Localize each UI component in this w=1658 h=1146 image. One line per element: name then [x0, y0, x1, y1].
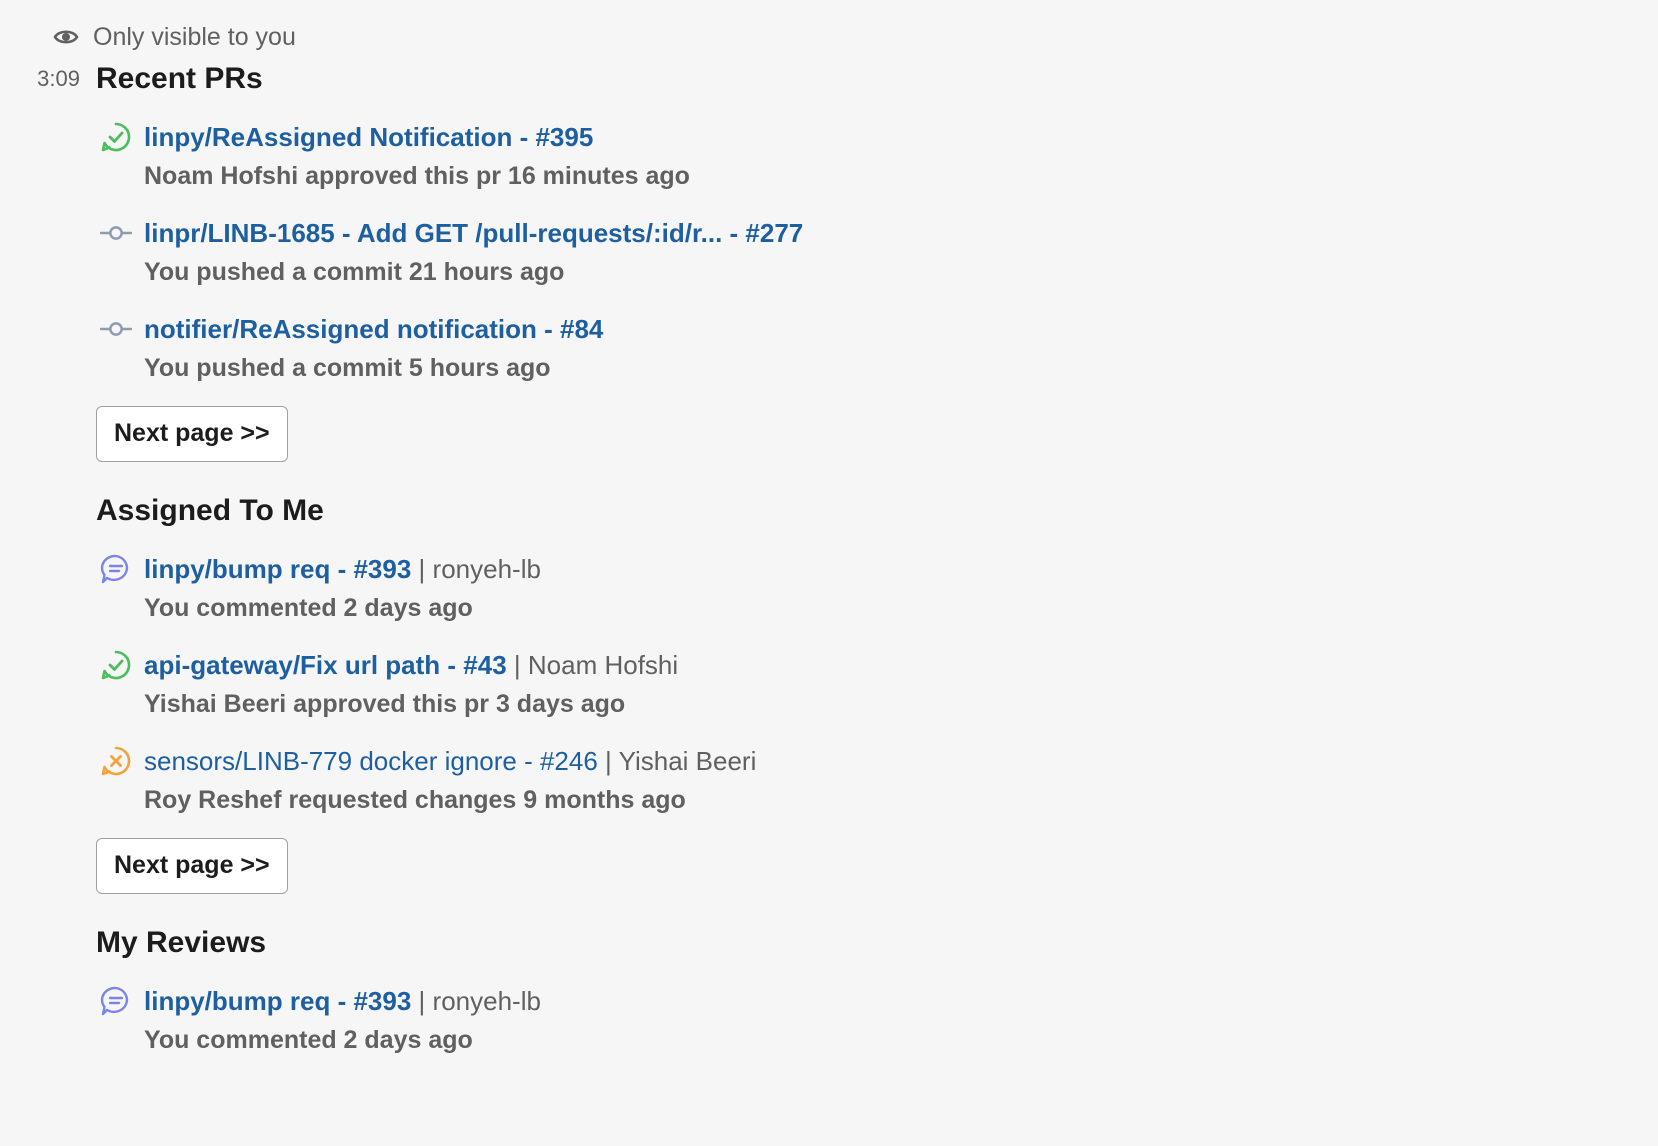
eye-icon	[53, 24, 79, 50]
pr-activity: You commented 2 days ago	[144, 594, 473, 622]
pr-activity: Yishai Beeri approved this pr 3 days ago	[144, 690, 626, 718]
section-title-recent-prs: Recent PRs	[96, 62, 263, 95]
pr-item: linpr/LINB-1685 - Add GET /pull-requests…	[96, 214, 1596, 292]
pr-item: sensors/LINB-779 docker ignore - #246 | …	[96, 742, 1596, 820]
pr-author: ronyeh-lb	[432, 986, 541, 1016]
pr-author: ronyeh-lb	[432, 554, 541, 584]
pr-item: api-gateway/Fix url path - #43 | Noam Ho…	[96, 646, 1596, 724]
comment-bubble-icon	[100, 553, 132, 585]
message-timestamp[interactable]: 3:09	[22, 66, 80, 92]
pr-activity: Noam Hofshi approved this pr 16 minutes …	[144, 162, 690, 190]
commit-icon	[100, 313, 132, 345]
pr-link[interactable]: notifier/ReAssigned notification - #84	[144, 314, 603, 344]
pr-activity: You pushed a commit 21 hours ago	[144, 258, 565, 286]
visibility-text: Only visible to you	[93, 22, 296, 51]
pr-link[interactable]: linpy/bump req - #393	[144, 986, 411, 1016]
pr-item: linpy/ReAssigned Notification - #395 Noa…	[96, 118, 1596, 196]
pr-item: linpy/bump req - #393 | ronyeh-lb You co…	[96, 982, 1596, 1060]
comment-bubble-icon	[100, 985, 132, 1017]
section-title-assigned-to-me: Assigned To Me	[96, 494, 324, 527]
pr-activity: You commented 2 days ago	[144, 1026, 473, 1054]
slack-message-pane: Only visible to you 3:09 Recent PRs linp…	[0, 0, 1658, 1146]
separator: |	[418, 986, 426, 1016]
separator: |	[605, 746, 612, 776]
changes-requested-icon	[100, 745, 132, 777]
pr-author: Yishai Beeri	[618, 746, 757, 776]
pr-link[interactable]: sensors/LINB-779 docker ignore - #246	[144, 746, 598, 776]
separator: |	[418, 554, 426, 584]
pr-link[interactable]: api-gateway/Fix url path - #43	[144, 650, 507, 680]
next-page-button[interactable]: Next page >>	[96, 838, 288, 894]
message-body: Recent PRs linpy/ReAssigned Notification…	[96, 58, 1596, 1060]
next-page-button[interactable]: Next page >>	[96, 406, 288, 462]
pr-link[interactable]: linpr/LINB-1685 - Add GET /pull-requests…	[144, 218, 803, 248]
pr-activity: You pushed a commit 5 hours ago	[144, 354, 551, 382]
pr-activity: Roy Reshef requested changes 9 months ag…	[144, 786, 686, 814]
pr-item: linpy/bump req - #393 | ronyeh-lb You co…	[96, 550, 1596, 628]
commit-icon	[100, 217, 132, 249]
pr-author: Noam Hofshi	[527, 650, 679, 680]
separator: |	[513, 650, 521, 680]
pr-item: notifier/ReAssigned notification - #84 Y…	[96, 310, 1596, 388]
approved-check-icon	[100, 121, 132, 153]
pr-link[interactable]: linpy/ReAssigned Notification - #395	[144, 122, 593, 152]
pr-link[interactable]: linpy/bump req - #393	[144, 554, 411, 584]
section-title-my-reviews: My Reviews	[96, 926, 267, 959]
approved-check-icon	[100, 649, 132, 681]
visibility-notice: Only visible to you	[53, 18, 296, 56]
